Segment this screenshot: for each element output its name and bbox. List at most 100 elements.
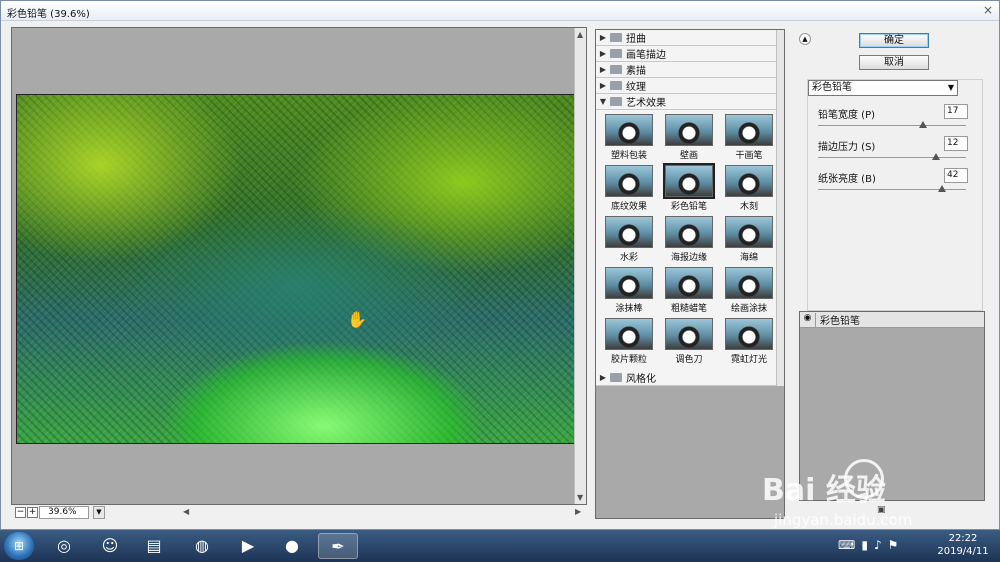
filter-thumb[interactable]: 霓虹灯光 xyxy=(720,318,778,365)
start-button[interactable]: ⊞ xyxy=(4,532,34,560)
expand-icon: ▶ xyxy=(599,33,607,42)
clock-date: 2019/4/11 xyxy=(937,546,989,557)
scroll-left-icon[interactable]: ◀ xyxy=(183,507,189,516)
filter-thumb[interactable]: 涂抹棒 xyxy=(600,267,658,314)
folder-stylize[interactable]: ▶ 风格化 xyxy=(596,370,776,386)
filter-thumb-selected[interactable]: 彩色铅笔 xyxy=(660,163,718,212)
record-icon[interactable]: ● xyxy=(272,533,312,559)
folder-distort[interactable]: ▶ 扭曲 xyxy=(596,30,776,46)
window-title: 彩色铅笔 (39.6%) xyxy=(7,9,90,20)
param-pencil-width: 铅笔宽度 (P) 17 xyxy=(818,102,968,132)
photoshop-feather-icon[interactable]: ✒ xyxy=(318,533,358,559)
thumbnail-image xyxy=(725,318,773,350)
folder-icon xyxy=(610,373,622,382)
folder-icon xyxy=(610,81,622,90)
slider-knob[interactable] xyxy=(919,121,928,128)
scroll-down-icon[interactable]: ▼ xyxy=(577,493,583,502)
thumbnail-image xyxy=(605,318,653,350)
folder-texture[interactable]: ▶ 纹理 xyxy=(596,78,776,94)
filter-select[interactable]: 彩色铅笔 ▼ xyxy=(808,80,958,96)
preview-image[interactable]: ✋ xyxy=(16,94,576,444)
param-value-field[interactable]: 17 xyxy=(944,104,968,119)
expand-icon: ▶ xyxy=(599,373,607,382)
media-player-icon[interactable]: ▶ xyxy=(228,533,268,559)
folder-sketch[interactable]: ▶ 素描 xyxy=(596,62,776,78)
gallery-scrollbar[interactable] xyxy=(776,30,784,386)
filter-thumb[interactable]: 粗糙蜡笔 xyxy=(660,267,718,314)
param-label: 描边压力 (S) xyxy=(818,142,876,153)
filter-thumb[interactable]: 海报边缘 xyxy=(660,216,718,263)
thumb-label: 霓虹灯光 xyxy=(730,355,767,365)
zoom-dropdown-icon[interactable]: ▼ xyxy=(93,506,105,519)
keyboard-icon[interactable]: ⌨ xyxy=(838,538,861,552)
filter-thumb[interactable]: 壁画 xyxy=(660,114,718,161)
thumb-label: 涂抹棒 xyxy=(615,304,643,314)
thumb-label: 塑料包装 xyxy=(610,151,647,161)
param-value-field[interactable]: 12 xyxy=(944,136,968,151)
preview-zoom-bar: − + 39.6% ▼ ◀ ▶ xyxy=(11,506,587,519)
slider-track[interactable] xyxy=(818,125,966,126)
effect-layer-row[interactable]: ◉ 彩色铅笔 xyxy=(800,312,984,328)
chevron-down-icon: ▼ xyxy=(947,83,954,92)
expand-icon: ▶ xyxy=(599,65,607,74)
flag-icon[interactable]: ⚑ xyxy=(888,538,905,552)
expand-icon: ▶ xyxy=(599,49,607,58)
firefox-icon[interactable]: ◍ xyxy=(182,533,222,559)
cancel-button[interactable]: 取消 xyxy=(859,55,929,70)
360-browser-icon[interactable]: ◎ xyxy=(44,533,84,559)
filter-thumb[interactable]: 木刻 xyxy=(720,165,778,212)
collapse-gallery-icon[interactable]: ▲ xyxy=(799,33,811,45)
expand-icon: ▶ xyxy=(599,81,607,90)
thumbnail-image xyxy=(665,267,713,299)
filter-thumb[interactable]: 塑料包装 xyxy=(600,114,658,161)
folder-artistic[interactable]: ▼ 艺术效果 xyxy=(596,94,776,110)
hand-cursor-icon: ✋ xyxy=(347,310,367,329)
thumbnail-image xyxy=(725,216,773,248)
zoom-in-button[interactable]: + xyxy=(27,507,38,518)
slider-knob[interactable] xyxy=(938,185,947,192)
thumbnail-image xyxy=(605,165,653,197)
thumbnail-image xyxy=(665,318,713,350)
filter-thumb[interactable]: 调色刀 xyxy=(660,318,718,365)
filter-thumb[interactable]: 干画笔 xyxy=(720,114,778,161)
filter-settings: 彩色铅笔 ▼ 铅笔宽度 (P) 17 描边压力 (S) 12 纸张亮度 (B) … xyxy=(807,79,983,311)
thumb-label: 彩色铅笔 xyxy=(670,202,707,212)
param-value-field[interactable]: 42 xyxy=(944,168,968,183)
thumbnail-image xyxy=(605,216,653,248)
zoom-level-field[interactable]: 39.6% xyxy=(39,506,89,519)
filter-thumb[interactable]: 水彩 xyxy=(600,216,658,263)
filter-gallery: ▶ 扭曲 ▶ 画笔描边 ▶ 素描 ▶ 纹理 ▼ 艺术效果 塑料包装 壁画 干画笔… xyxy=(595,29,785,519)
filter-thumb[interactable]: 海绵 xyxy=(720,216,778,263)
filter-thumb[interactable]: 底纹效果 xyxy=(600,165,658,212)
folder-label: 素描 xyxy=(626,66,646,77)
folder-brush-strokes[interactable]: ▶ 画笔描边 xyxy=(596,46,776,62)
eye-icon[interactable]: ◉ xyxy=(800,312,816,327)
thumbnail-image xyxy=(665,114,713,146)
folder-label: 纹理 xyxy=(626,82,646,93)
clock[interactable]: 22:22 2019/4/11 xyxy=(936,532,990,558)
scroll-up-icon[interactable]: ▲ xyxy=(577,30,583,39)
volume-icon[interactable]: ♪ xyxy=(874,538,888,552)
effect-layer-label: 彩色铅笔 xyxy=(820,316,860,327)
close-icon[interactable]: × xyxy=(983,3,993,17)
thumb-label: 底纹效果 xyxy=(610,202,647,212)
filter-thumbnails: 塑料包装 壁画 干画笔 底纹效果 彩色铅笔 木刻 水彩 海报边缘 海绵 涂抹棒 … xyxy=(596,110,776,369)
zoom-out-button[interactable]: − xyxy=(15,507,26,518)
ok-button[interactable]: 确定 xyxy=(859,33,929,48)
network-icon[interactable]: ▮ xyxy=(861,538,874,552)
qq-icon[interactable]: ☺ xyxy=(90,533,130,559)
slider-track[interactable] xyxy=(818,157,966,158)
explorer-icon[interactable]: ▤ xyxy=(134,533,174,559)
slider-knob[interactable] xyxy=(932,153,941,160)
thumbnail-image xyxy=(605,114,653,146)
folder-icon xyxy=(610,33,622,42)
filter-list: ▶ 扭曲 ▶ 画笔描边 ▶ 素描 ▶ 纹理 ▼ 艺术效果 塑料包装 壁画 干画笔… xyxy=(596,30,776,386)
filter-thumb[interactable]: 绘画涂抹 xyxy=(720,267,778,314)
scroll-right-icon[interactable]: ▶ xyxy=(575,507,581,516)
folder-label: 艺术效果 xyxy=(626,98,666,109)
baidu-watermark: Bai 经验 jingyan.baidu.com xyxy=(762,455,992,535)
thumb-label: 调色刀 xyxy=(675,355,703,365)
watermark-url: jingyan.baidu.com xyxy=(774,511,913,529)
filter-thumb[interactable]: 胶片颗粒 xyxy=(600,318,658,365)
preview-vertical-scrollbar[interactable]: ▲ ▼ xyxy=(574,28,586,504)
